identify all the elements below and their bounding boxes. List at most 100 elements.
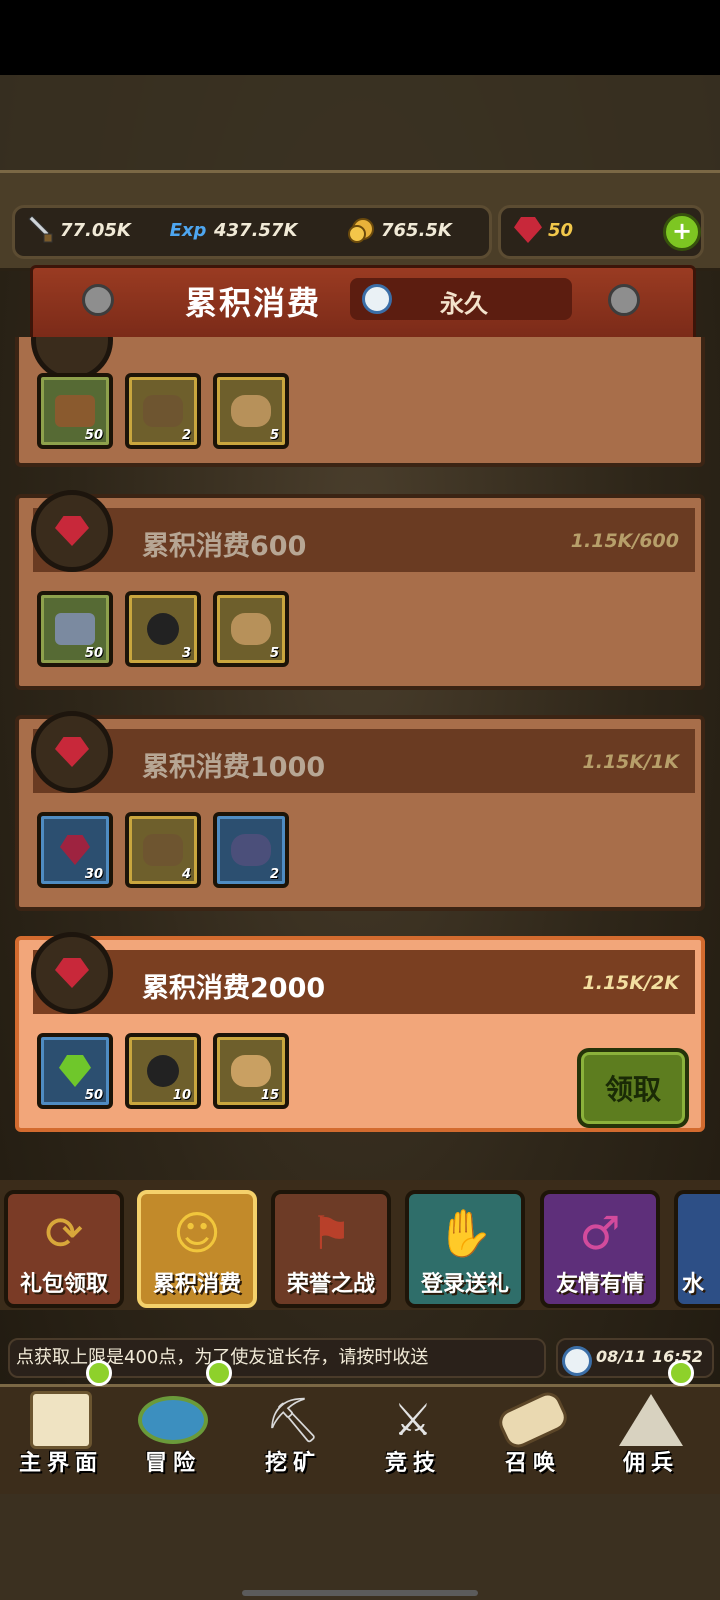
reward-slot-green-gem[interactable]: 50 bbox=[37, 1033, 113, 1109]
golem-figure-icon bbox=[143, 395, 183, 427]
card-progress: 1.15K/1K bbox=[582, 751, 679, 773]
magic-bag-icon bbox=[231, 834, 271, 866]
map-header-decoration bbox=[0, 75, 720, 170]
clock-icon bbox=[362, 284, 392, 314]
card-progress: 1.15K/600 bbox=[570, 530, 679, 552]
red-gem-icon bbox=[514, 216, 542, 244]
reward-slot-golem[interactable]: 2 bbox=[125, 373, 201, 449]
leather-sack-icon bbox=[231, 613, 271, 645]
map-footer-decoration bbox=[0, 1494, 720, 1600]
banner-duration: 永久 bbox=[440, 290, 488, 318]
card-title: 累积消费2000 bbox=[142, 973, 326, 1004]
nav-label: 主界面 bbox=[18, 1451, 103, 1476]
scroll-icon bbox=[494, 1387, 572, 1453]
red-gem-icon bbox=[55, 737, 89, 767]
notification-badge bbox=[206, 1360, 232, 1386]
tab-login-gift[interactable]: ✋ 登录送礼 bbox=[405, 1190, 525, 1308]
reward-slot-sack[interactable]: 5 bbox=[213, 373, 289, 449]
male-symbol-icon: ♂ bbox=[579, 1206, 621, 1260]
reward-slot-bomb[interactable]: 3 bbox=[125, 591, 201, 667]
iron-ingot-icon bbox=[55, 613, 95, 645]
tab-label: 水 bbox=[682, 1272, 705, 1297]
bolt-icon bbox=[82, 284, 114, 316]
nav-mercenary[interactable]: 佣兵 bbox=[596, 1385, 706, 1485]
gold-coin-icon bbox=[347, 216, 375, 244]
nav-summon[interactable]: 召唤 bbox=[478, 1385, 588, 1485]
claim-button[interactable]: 领取 bbox=[577, 1048, 689, 1128]
card-progress: 1.15K/2K bbox=[582, 972, 679, 994]
gem-value: 50 bbox=[548, 219, 574, 241]
reward-slot-red-gem[interactable]: 30 bbox=[37, 812, 113, 888]
island-icon bbox=[138, 1389, 208, 1451]
reward-count: 50 bbox=[84, 428, 103, 443]
reward-count: 50 bbox=[84, 1088, 103, 1103]
tab-cumulative-spend[interactable]: ☺ 累积消费 bbox=[137, 1190, 257, 1308]
add-gems-button[interactable]: + bbox=[663, 213, 701, 251]
exp-resource: Exp 437.57K bbox=[168, 215, 298, 245]
nav-label: 冒险 bbox=[144, 1451, 201, 1476]
reward-slot-magic-bag[interactable]: 2 bbox=[213, 812, 289, 888]
reward-count: 10 bbox=[172, 1088, 191, 1103]
nav-mining[interactable]: ⛏ 挖矿 bbox=[238, 1385, 348, 1485]
card-medal bbox=[31, 932, 113, 1014]
red-gem-icon bbox=[55, 958, 89, 988]
reward-count: 5 bbox=[269, 428, 279, 443]
reward-slot-iron-ingot[interactable]: 50 bbox=[37, 591, 113, 667]
nav-main[interactable]: 主界面 bbox=[6, 1385, 116, 1485]
golden-hero-icon: ☺ bbox=[173, 1206, 221, 1260]
reward-count: 2 bbox=[269, 867, 279, 882]
reward-count: 2 bbox=[181, 428, 191, 443]
tab-gift-claim[interactable]: ⟳ 礼包领取 bbox=[4, 1190, 124, 1308]
gold-value: 765.5K bbox=[381, 219, 452, 241]
scroll-map-icon bbox=[26, 1389, 96, 1451]
reward-slot-sack[interactable]: 15 bbox=[213, 1033, 289, 1109]
card-medal bbox=[31, 711, 113, 793]
nav-arena[interactable]: ⚔ 竞技 bbox=[358, 1385, 468, 1485]
card-medal bbox=[31, 490, 113, 572]
banner-title: 累积消费 bbox=[185, 284, 322, 322]
reward-card: 50 2 5 bbox=[15, 337, 705, 467]
bomb-icon bbox=[147, 613, 179, 645]
reward-card: 累积消费600 1.15K/600 50 3 5 bbox=[15, 490, 705, 690]
reward-list[interactable]: 50 2 5 累积消费600 1.15K/600 50 3 5 累积消费1000… bbox=[0, 337, 720, 1157]
tab-label: 累积消费 bbox=[152, 1272, 241, 1297]
status-bar bbox=[0, 0, 720, 75]
reward-count: 4 bbox=[181, 867, 191, 882]
exp-value: 437.57K bbox=[214, 219, 298, 241]
nav-adventure[interactable]: 冒险 bbox=[118, 1385, 228, 1485]
reward-count: 15 bbox=[260, 1088, 279, 1103]
tab-honor-battle[interactable]: ⚑ 荣誉之战 bbox=[271, 1190, 391, 1308]
exp-icon-label: Exp bbox=[169, 219, 207, 241]
tab-label: 登录送礼 bbox=[420, 1272, 509, 1297]
home-indicator[interactable] bbox=[242, 1590, 478, 1596]
attack-value: 77.05K bbox=[60, 219, 131, 241]
exp-icon: Exp bbox=[168, 216, 208, 244]
notification-badge bbox=[668, 1360, 694, 1386]
banner-flag-icon: ⚑ bbox=[310, 1206, 352, 1260]
refresh-icon: ⟳ bbox=[44, 1206, 84, 1260]
reward-card: 累积消费1000 1.15K/1K 30 4 2 bbox=[15, 711, 705, 911]
green-gem-icon bbox=[59, 1055, 91, 1087]
reward-count: 50 bbox=[84, 646, 103, 661]
wood-plank-icon bbox=[55, 395, 95, 427]
reward-slot-golem[interactable]: 4 bbox=[125, 812, 201, 888]
nav-label: 竞技 bbox=[384, 1451, 441, 1476]
tab-label: 荣誉之战 bbox=[286, 1272, 375, 1297]
notification-badge bbox=[86, 1360, 112, 1386]
gold-resource: 765.5K bbox=[347, 215, 452, 245]
gem-resource: 50 bbox=[514, 215, 573, 245]
red-gem-icon bbox=[60, 835, 90, 865]
red-gem-icon bbox=[55, 516, 89, 546]
tab-label: 友情有情 bbox=[555, 1272, 644, 1297]
tent-icon bbox=[616, 1389, 686, 1451]
bolt-icon bbox=[608, 284, 640, 316]
reward-slot-bomb[interactable]: 10 bbox=[125, 1033, 201, 1109]
reward-slot-wood-plank[interactable]: 50 bbox=[37, 373, 113, 449]
golem-figure-icon bbox=[143, 834, 183, 866]
reward-slot-sack[interactable]: 5 bbox=[213, 591, 289, 667]
tab-friendship[interactable]: ♂ 友情有情 bbox=[540, 1190, 660, 1308]
hand-icon: ✋ bbox=[436, 1206, 494, 1260]
tab-partial[interactable]: 水 bbox=[674, 1190, 720, 1308]
bomb-icon bbox=[147, 1055, 179, 1087]
nav-label: 召唤 bbox=[504, 1451, 561, 1476]
